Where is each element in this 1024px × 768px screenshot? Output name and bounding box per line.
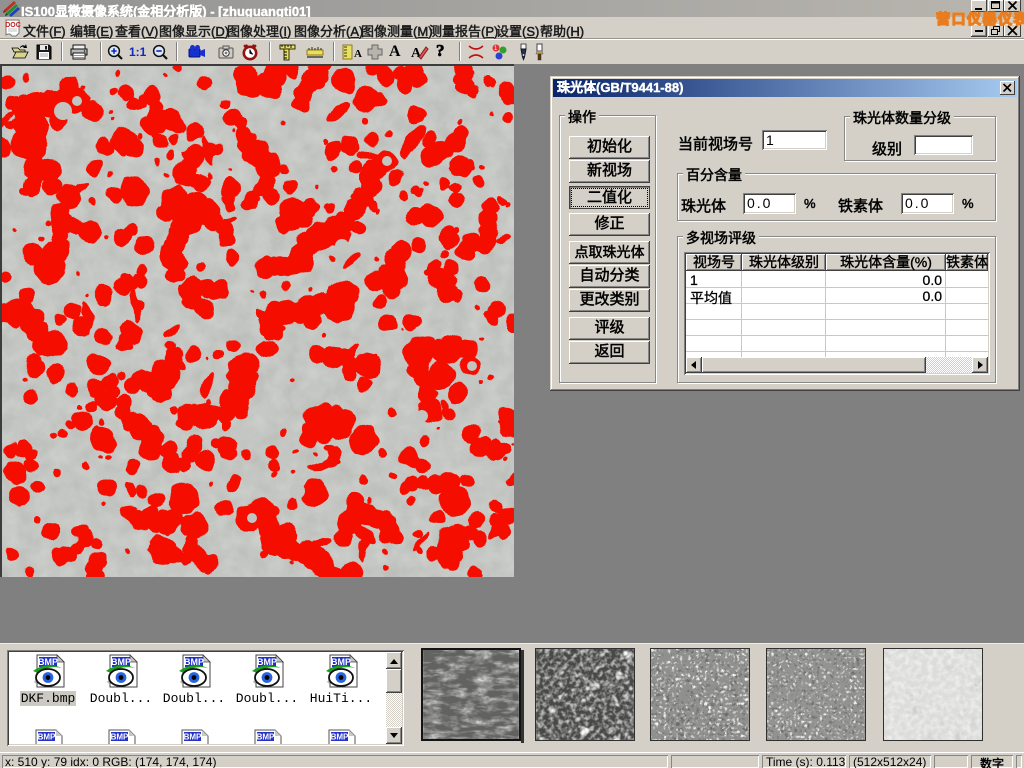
svg-text:DOC: DOC — [5, 22, 21, 29]
svg-text:BMP: BMP — [331, 733, 349, 742]
svg-text:BMP: BMP — [257, 733, 275, 742]
svg-text:BMP: BMP — [184, 733, 202, 742]
svg-text:BMP: BMP — [111, 733, 129, 742]
svg-text:BMP: BMP — [38, 733, 56, 742]
svg-text:A: A — [354, 48, 362, 60]
